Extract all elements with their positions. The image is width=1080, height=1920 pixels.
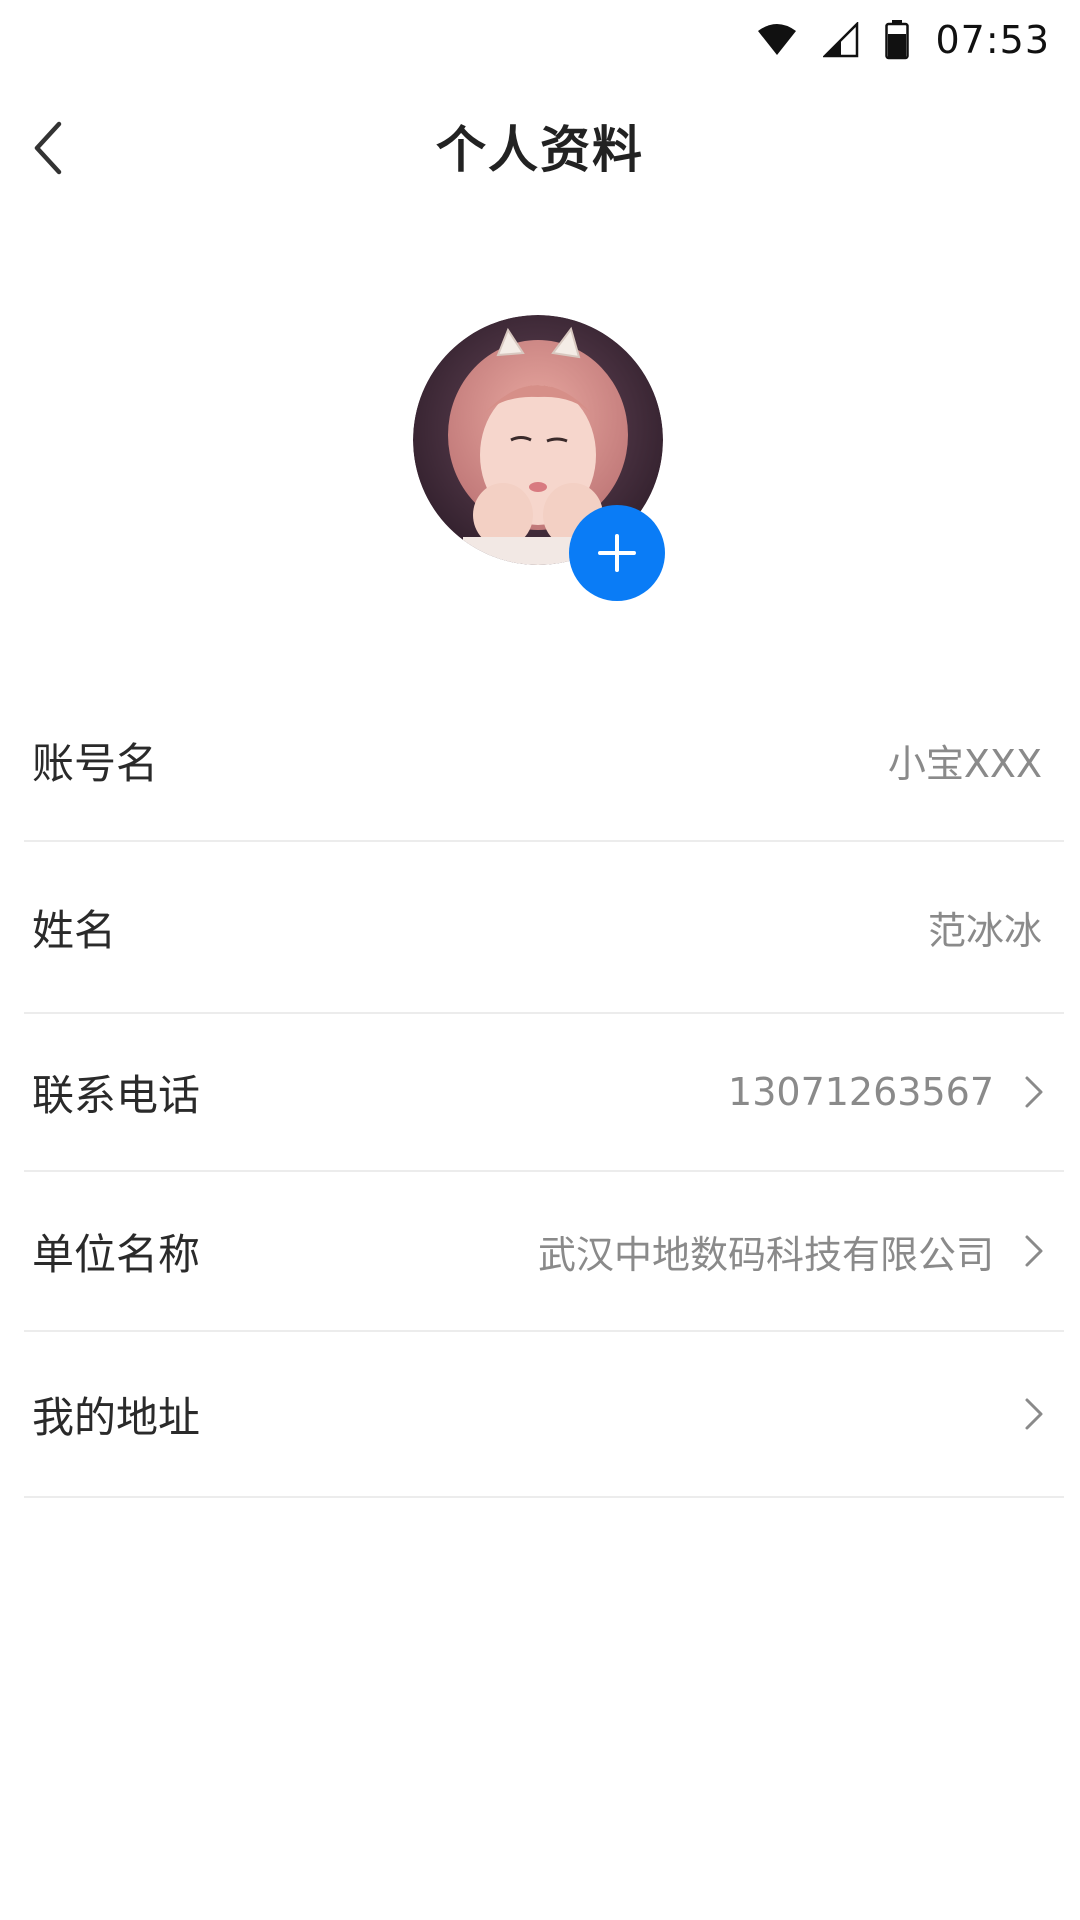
- row-value: 小宝XXX: [887, 741, 1042, 786]
- cellular-signal-icon: [823, 22, 859, 58]
- chevron-right-icon: [1024, 1075, 1044, 1109]
- app-header: 个人资料: [0, 80, 1080, 214]
- plus-icon: [598, 534, 636, 572]
- row-value: 13071263567: [728, 1070, 994, 1114]
- row-label: 联系电话: [32, 1070, 201, 1120]
- chevron-right-icon: [1024, 1397, 1044, 1431]
- row-label: 姓名: [32, 905, 117, 955]
- chevron-right-icon: [1024, 1234, 1044, 1268]
- row-real-name[interactable]: 姓名 范冰冰: [24, 842, 1064, 1014]
- row-account-name[interactable]: 账号名 小宝XXX: [24, 680, 1064, 842]
- status-bar: 07:53: [0, 0, 1080, 80]
- wifi-icon: [758, 24, 797, 55]
- row-company[interactable]: 单位名称 武汉中地数码科技有限公司: [24, 1172, 1064, 1332]
- row-value: 范冰冰: [927, 908, 1042, 953]
- profile-list: 账号名 小宝XXX 姓名 范冰冰 联系电话 13071263567 单位名称 武…: [24, 680, 1064, 1498]
- add-avatar-button[interactable]: [569, 505, 665, 601]
- page-title: 个人资料: [436, 121, 644, 179]
- row-phone[interactable]: 联系电话 13071263567: [24, 1014, 1064, 1172]
- row-value: 武汉中地数码科技有限公司: [537, 1232, 994, 1277]
- row-label: 我的地址: [32, 1392, 201, 1442]
- row-address[interactable]: 我的地址: [24, 1332, 1064, 1498]
- row-label: 单位名称: [32, 1229, 201, 1279]
- status-icons: 07:53: [757, 14, 1050, 66]
- avatar-section: [413, 315, 665, 601]
- row-label: 账号名: [32, 738, 159, 788]
- battery-icon: [885, 20, 910, 60]
- status-time: 07:53: [935, 18, 1050, 62]
